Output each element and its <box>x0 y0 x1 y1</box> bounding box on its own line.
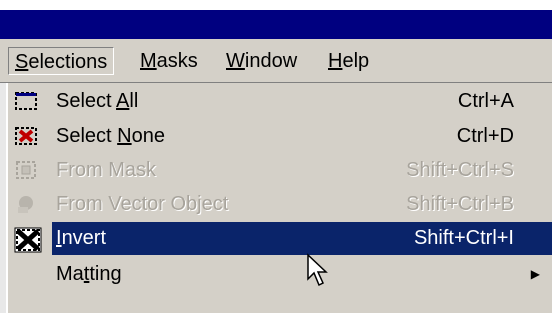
menu-item-shortcut: Ctrl+A <box>457 90 514 112</box>
menu-item-label: From Mask <box>56 159 156 181</box>
menu-item-matting[interactable]: Matting ▶ <box>8 258 552 291</box>
menu-item-label: Invert <box>56 227 107 249</box>
menu-help-mnemonic: H <box>328 50 343 72</box>
menu-item-label: Select All <box>56 90 139 112</box>
menu-window-label-rest: indow <box>244 50 298 72</box>
menu-masks-mnemonic: M <box>140 50 157 72</box>
menu-selections-mnemonic: S <box>15 51 29 73</box>
menu-help[interactable]: Help <box>322 47 375 75</box>
menu-item-shortcut: Shift+Ctrl+S <box>406 159 514 181</box>
mouse-cursor-icon <box>307 253 328 287</box>
selections-dropdown-menu: Select All Ctrl+A Select None Ctrl+D Fro… <box>6 83 552 313</box>
from-mask-icon <box>16 161 36 179</box>
menu-item-shortcut: Shift+Ctrl+B <box>406 193 514 215</box>
invert-icon <box>14 227 42 253</box>
menu-item-label: Select None <box>56 125 165 147</box>
select-none-icon <box>15 127 37 145</box>
menu-item-invert[interactable]: Invert Shift+Ctrl+I <box>52 222 552 255</box>
menu-item-shortcut: Ctrl+D <box>456 125 514 147</box>
window-titlebar <box>0 10 552 39</box>
menu-window[interactable]: Window <box>220 47 303 75</box>
menu-item-from-vector-object[interactable]: From Vector Object Shift+Ctrl+B <box>8 188 552 221</box>
menu-bar: Selections Masks Window Help <box>0 39 552 83</box>
from-vector-object-icon <box>18 196 33 213</box>
menu-selections-label-rest: elections <box>28 51 108 73</box>
menu-item-label: From Vector Object <box>56 193 229 215</box>
submenu-arrow-icon: ▶ <box>530 267 540 281</box>
menu-window-mnemonic: W <box>226 50 245 72</box>
menu-help-label-rest: elp <box>342 50 370 72</box>
select-all-icon <box>15 92 37 110</box>
menu-selections[interactable]: Selections <box>8 47 115 75</box>
menu-item-select-none[interactable]: Select None Ctrl+D <box>8 120 552 153</box>
menu-item-shortcut: Shift+Ctrl+I <box>413 227 514 249</box>
menu-item-select-all[interactable]: Select All Ctrl+A <box>8 85 552 118</box>
menu-masks-label-rest: asks <box>156 50 198 72</box>
menu-item-label: Matting <box>56 263 122 285</box>
menu-item-from-mask[interactable]: From Mask Shift+Ctrl+S <box>8 154 552 187</box>
menu-masks[interactable]: Masks <box>134 47 204 75</box>
